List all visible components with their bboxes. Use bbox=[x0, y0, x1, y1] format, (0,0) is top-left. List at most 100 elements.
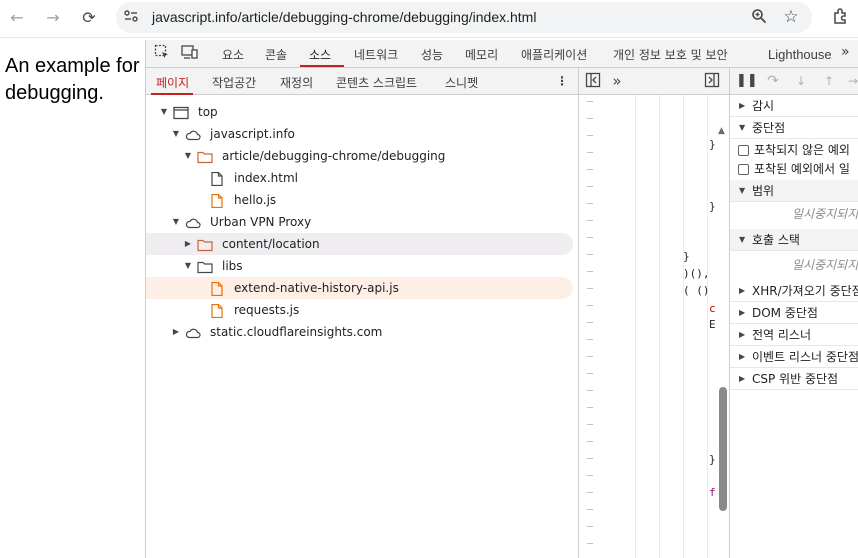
checkbox[interactable] bbox=[738, 145, 749, 156]
back-icon[interactable]: ← bbox=[6, 7, 28, 29]
tab-elements[interactable]: 요소 bbox=[222, 46, 244, 63]
expanded-arrow-icon: ▼ bbox=[739, 235, 746, 244]
tab-privacy-security[interactable]: 개인 정보 보호 및 보안 bbox=[613, 46, 728, 63]
step-into-icon[interactable]: ↓ bbox=[792, 72, 810, 90]
toggle-debugger-icon[interactable] bbox=[703, 72, 721, 90]
tab-lighthouse[interactable]: Lighthouse bbox=[768, 47, 832, 62]
url-text[interactable]: javascript.info/article/debugging-chrome… bbox=[152, 9, 536, 25]
inspect-element-icon[interactable] bbox=[153, 44, 171, 62]
forward-icon[interactable]: → bbox=[42, 7, 64, 29]
gutter-marker bbox=[587, 475, 593, 476]
toggle-navigator-icon[interactable] bbox=[584, 72, 602, 90]
code-char: } bbox=[709, 453, 716, 466]
dom-breakpoints-section[interactable]: ▶ DOM 중단점 bbox=[730, 302, 858, 324]
file-icon bbox=[209, 171, 225, 187]
tree-item-javascript-info[interactable]: ▼ javascript.info bbox=[146, 123, 573, 145]
expanded-arrow-icon[interactable]: ▼ bbox=[183, 255, 193, 277]
pause-uncaught-exceptions[interactable]: 포착되지 않은 예외 bbox=[730, 140, 858, 160]
device-toolbar-icon[interactable] bbox=[181, 44, 199, 62]
checkbox[interactable] bbox=[738, 164, 749, 175]
page-paragraph: An example for debugging. bbox=[5, 55, 140, 104]
expanded-arrow-icon: ▼ bbox=[739, 186, 746, 195]
event-listener-breakpoints-section[interactable]: ▶ 이벤트 리스너 중단점 bbox=[730, 346, 858, 368]
sources-sub-tabs: 페이지 작업공간 재정의 콘텐츠 스크립트 스니펫 ⋮ bbox=[146, 68, 578, 95]
collapsed-arrow-icon: ▶ bbox=[739, 286, 746, 295]
gutter-marker bbox=[587, 254, 593, 255]
csp-violation-breakpoints-section[interactable]: ▶ CSP 위반 중단점 bbox=[730, 368, 858, 390]
editor-scrollbar[interactable] bbox=[719, 387, 727, 511]
tree-item-top[interactable]: ▼ top bbox=[146, 101, 573, 123]
tree-item-urban-vpn[interactable]: ▼ Urban VPN Proxy bbox=[146, 211, 573, 233]
tree-item-label: static.cloudflareinsights.com bbox=[210, 325, 383, 339]
browser-window: ← → ⟳ javascript.info/article/debugging-… bbox=[0, 0, 858, 558]
global-listeners-section[interactable]: ▶ 전역 리스너 bbox=[730, 324, 858, 346]
expanded-arrow-icon[interactable]: ▼ bbox=[159, 101, 169, 123]
gutter-marker bbox=[587, 509, 593, 510]
more-editor-tabs-icon[interactable]: » bbox=[608, 72, 626, 90]
code-editor[interactable]: » } } } )(), ( () c E } f ▲ bbox=[578, 68, 730, 558]
gutter-marker bbox=[587, 390, 593, 391]
watch-section[interactable]: ▶ 감시 bbox=[730, 95, 858, 117]
web-page-content: An example for debugging. bbox=[0, 40, 145, 558]
subtab-snippets[interactable]: 스니펫 bbox=[445, 74, 478, 91]
collapsed-arrow-icon[interactable]: ▶ bbox=[171, 321, 181, 343]
more-tabs-icon[interactable]: » bbox=[841, 44, 850, 60]
more-options-icon[interactable]: ⋮ bbox=[556, 74, 568, 88]
site-info-icon[interactable] bbox=[122, 8, 140, 26]
tab-performance[interactable]: 성능 bbox=[421, 46, 443, 63]
folder-icon bbox=[197, 237, 213, 252]
tab-network[interactable]: 네트워크 bbox=[354, 46, 398, 63]
file-js-icon bbox=[209, 281, 225, 297]
subtab-content-scripts[interactable]: 콘텐츠 스크립트 bbox=[336, 74, 417, 91]
call-stack-section[interactable]: ▼ 호출 스택 bbox=[730, 229, 858, 251]
expanded-arrow-icon[interactable]: ▼ bbox=[183, 145, 193, 167]
tree-item-hello-js[interactable]: hello.js bbox=[146, 189, 573, 211]
gutter-marker bbox=[587, 526, 593, 527]
tree-item-label: libs bbox=[222, 259, 243, 273]
collapsed-arrow-icon: ▶ bbox=[739, 101, 746, 110]
tab-application[interactable]: 애플리케이션 bbox=[521, 46, 587, 63]
editor-toolbar: » bbox=[579, 68, 730, 95]
bookmark-star-icon[interactable]: ☆ bbox=[782, 8, 800, 26]
indent-guide bbox=[659, 95, 660, 558]
subtab-page[interactable]: 페이지 bbox=[156, 74, 189, 91]
zoom-icon[interactable] bbox=[750, 8, 768, 26]
tree-item-debugging-folder[interactable]: ▼ article/debugging-chrome/debugging bbox=[146, 145, 573, 167]
devtools-main-tabs: 요소 콘솔 소스 네트워크 성능 메모리 애플리케이션 개인 정보 보호 및 보… bbox=[146, 40, 858, 68]
extensions-icon[interactable] bbox=[830, 7, 852, 29]
step-out-icon[interactable]: ↑ bbox=[820, 72, 838, 90]
scroll-up-arrow-icon[interactable]: ▲ bbox=[718, 126, 725, 136]
tree-item-libs[interactable]: ▼ libs bbox=[146, 255, 573, 277]
tree-item-requests-js[interactable]: requests.js bbox=[146, 299, 573, 321]
tree-item-label: extend-native-history-api.js bbox=[234, 281, 399, 295]
scope-section[interactable]: ▼ 범위 bbox=[730, 180, 858, 202]
tab-sources[interactable]: 소스 bbox=[309, 46, 331, 63]
pause-icon[interactable]: ❚❚ bbox=[736, 72, 758, 90]
expanded-arrow-icon[interactable]: ▼ bbox=[171, 211, 181, 233]
file-tree: ▼ top ▼ javascript.info ▼ article/debugg… bbox=[146, 96, 578, 558]
tree-item-content-location[interactable]: ▶ content/location bbox=[146, 233, 573, 255]
collapsed-arrow-icon[interactable]: ▶ bbox=[183, 233, 193, 255]
tree-item-extend-native-history-api[interactable]: extend-native-history-api.js bbox=[146, 277, 573, 299]
gutter-marker bbox=[587, 271, 593, 272]
omnibox[interactable]: javascript.info/article/debugging-chrome… bbox=[116, 2, 812, 33]
tree-item-label: content/location bbox=[222, 237, 320, 251]
tree-item-index-html[interactable]: index.html bbox=[146, 167, 573, 189]
reload-icon[interactable]: ⟳ bbox=[78, 7, 100, 29]
breakpoints-section[interactable]: ▼ 중단점 bbox=[730, 117, 858, 139]
gutter-marker bbox=[587, 441, 593, 442]
step-icon[interactable]: → bbox=[844, 72, 858, 90]
gutter-marker bbox=[587, 186, 593, 187]
gutter-marker bbox=[587, 492, 593, 493]
tree-item-cloudflareinsights[interactable]: ▶ static.cloudflareinsights.com bbox=[146, 321, 573, 343]
step-over-icon[interactable]: ↷ bbox=[764, 72, 782, 90]
tab-memory[interactable]: 메모리 bbox=[465, 46, 498, 63]
collapsed-arrow-icon: ▶ bbox=[739, 308, 746, 317]
xhr-breakpoints-section[interactable]: ▶ XHR/가져오기 중단점 bbox=[730, 280, 858, 302]
expanded-arrow-icon[interactable]: ▼ bbox=[171, 123, 181, 145]
subtab-overrides[interactable]: 재정의 bbox=[280, 74, 313, 91]
tab-console[interactable]: 콘솔 bbox=[265, 46, 287, 63]
subtab-workspace[interactable]: 작업공간 bbox=[212, 74, 256, 91]
pause-caught-exceptions[interactable]: 포착된 예외에서 일 bbox=[730, 159, 858, 179]
gutter-marker bbox=[587, 135, 593, 136]
